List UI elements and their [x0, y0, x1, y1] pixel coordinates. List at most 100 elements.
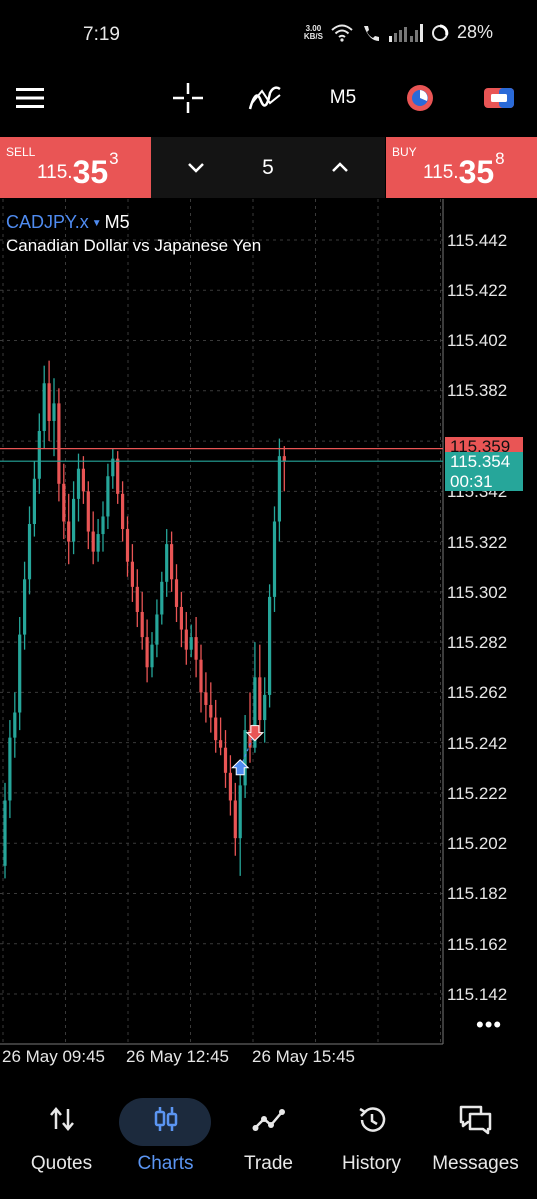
candle-body: [96, 534, 100, 552]
candle-body: [189, 637, 193, 650]
status-icons: 3.00 KB/S 28%: [304, 22, 493, 43]
increase-lot-button[interactable]: [325, 155, 355, 181]
candle-body: [233, 800, 237, 839]
candle-body: [42, 383, 46, 432]
candle-body: [67, 521, 71, 542]
candle-body: [116, 458, 120, 494]
more-options-button[interactable]: •••: [476, 1012, 502, 1038]
candle-body: [174, 579, 179, 607]
nav-charts[interactable]: Charts: [112, 1092, 219, 1199]
candle-body: [219, 740, 223, 748]
bottom-navigation: Quotes Charts Trade History Messages: [0, 1092, 537, 1199]
chart-description: Canadian Dollar vs Japanese Yen: [6, 236, 262, 255]
crosshair-button[interactable]: [170, 80, 206, 116]
candle-body: [204, 692, 208, 705]
nav-history[interactable]: History: [318, 1092, 425, 1199]
candle-body: [165, 544, 169, 582]
status-time: 7:19: [83, 24, 120, 45]
candle-body: [125, 529, 130, 562]
candle-body: [121, 493, 125, 530]
candle-body: [52, 403, 56, 421]
network-speed: 3.00 KB/S: [303, 23, 323, 41]
candle-body: [263, 694, 267, 721]
y-axis-label: 115.242: [447, 734, 508, 753]
candle-body: [277, 456, 281, 522]
candle-body: [18, 634, 22, 713]
nav-label: Trade: [244, 1153, 293, 1174]
buy-button[interactable]: BUY 115.358: [386, 137, 537, 198]
candle-body: [62, 483, 66, 522]
candle-body: [199, 659, 203, 693]
history-icon: [358, 1107, 385, 1132]
order-icon: [484, 88, 514, 108]
candle-body: [160, 581, 164, 615]
candle-body: [282, 456, 286, 462]
candle-body: [135, 586, 139, 612]
candle-body: [72, 498, 76, 542]
y-axis-label: 115.442: [447, 231, 508, 250]
candle-body: [258, 677, 262, 721]
nav-label: Messages: [432, 1153, 519, 1174]
y-axis-label: 115.322: [447, 533, 508, 552]
messages-icon: [459, 1105, 491, 1135]
candle-body: [145, 637, 149, 668]
sell-label: SELL: [6, 145, 36, 159]
indicators-button[interactable]: [246, 80, 284, 116]
candle-body: [140, 611, 144, 638]
battery-percent: 28%: [456, 22, 493, 42]
candle-body: [170, 544, 174, 580]
call-icon: [363, 25, 379, 41]
candle-body: [184, 629, 188, 650]
one-click-icon: [407, 85, 433, 111]
x-axis-label: 26 May 09:45: [2, 1047, 106, 1066]
x-axis-label: 26 May 12:45: [126, 1047, 230, 1066]
sell-button[interactable]: SELL 115.353: [0, 137, 151, 198]
candle-body: [155, 614, 159, 645]
candle-body: [32, 478, 36, 525]
bar-countdown: 00:31: [450, 472, 493, 491]
new-order-button[interactable]: [480, 80, 518, 116]
candle-body: [37, 431, 41, 479]
bid-price-label: 115.354 00:31: [445, 452, 523, 491]
battery-icon: [431, 24, 449, 41]
sell-price: 115.353: [37, 149, 119, 190]
hamburger-icon: [16, 88, 44, 108]
buy-price: 115.358: [423, 149, 505, 190]
y-axis-label: 115.182: [447, 884, 508, 903]
menu-button[interactable]: [14, 82, 46, 114]
y-axis-label: 115.422: [447, 281, 508, 300]
candle-body: [81, 468, 85, 492]
candle-body: [268, 596, 272, 695]
trade-icon: [252, 1109, 285, 1131]
candle-body: [238, 785, 242, 839]
indicator-icon: [248, 86, 281, 110]
nav-trade[interactable]: Trade: [215, 1092, 322, 1199]
nav-label: Quotes: [30, 1153, 93, 1174]
one-click-trading-button[interactable]: [402, 80, 438, 116]
y-axis-label: 115.282: [447, 633, 508, 652]
nav-messages[interactable]: Messages: [422, 1092, 529, 1199]
candle-body: [76, 468, 81, 499]
candle-body: [91, 531, 95, 552]
y-axis-label: 115.202: [447, 834, 508, 853]
y-axis-label: 115.262: [447, 683, 508, 702]
status-bar: 7:19 3.00 KB/S 28%: [0, 0, 537, 66]
y-axis-label: 115.402: [447, 331, 508, 350]
chart-symbol: CADJPY.x ▼ M5: [6, 212, 130, 232]
y-axis-label: 115.142: [447, 985, 508, 1004]
signal-icon: [388, 23, 423, 42]
chart-toolbar: M5: [0, 66, 537, 136]
y-axis-label: 115.222: [447, 784, 508, 803]
candle-body: [179, 606, 183, 630]
candle-body: [150, 644, 154, 668]
one-click-trade-panel: SELL 115.353 5 BUY 115.358: [0, 137, 537, 198]
candle-body: [214, 717, 218, 741]
candle-body: [47, 383, 51, 421]
candle-body: [57, 403, 61, 484]
candle-body: [13, 712, 17, 738]
candle-body: [8, 737, 12, 801]
candle-body: [23, 579, 27, 635]
nav-quotes[interactable]: Quotes: [8, 1092, 115, 1199]
timeframe-button[interactable]: M5: [318, 80, 368, 116]
chevron-up-icon: [332, 162, 348, 172]
